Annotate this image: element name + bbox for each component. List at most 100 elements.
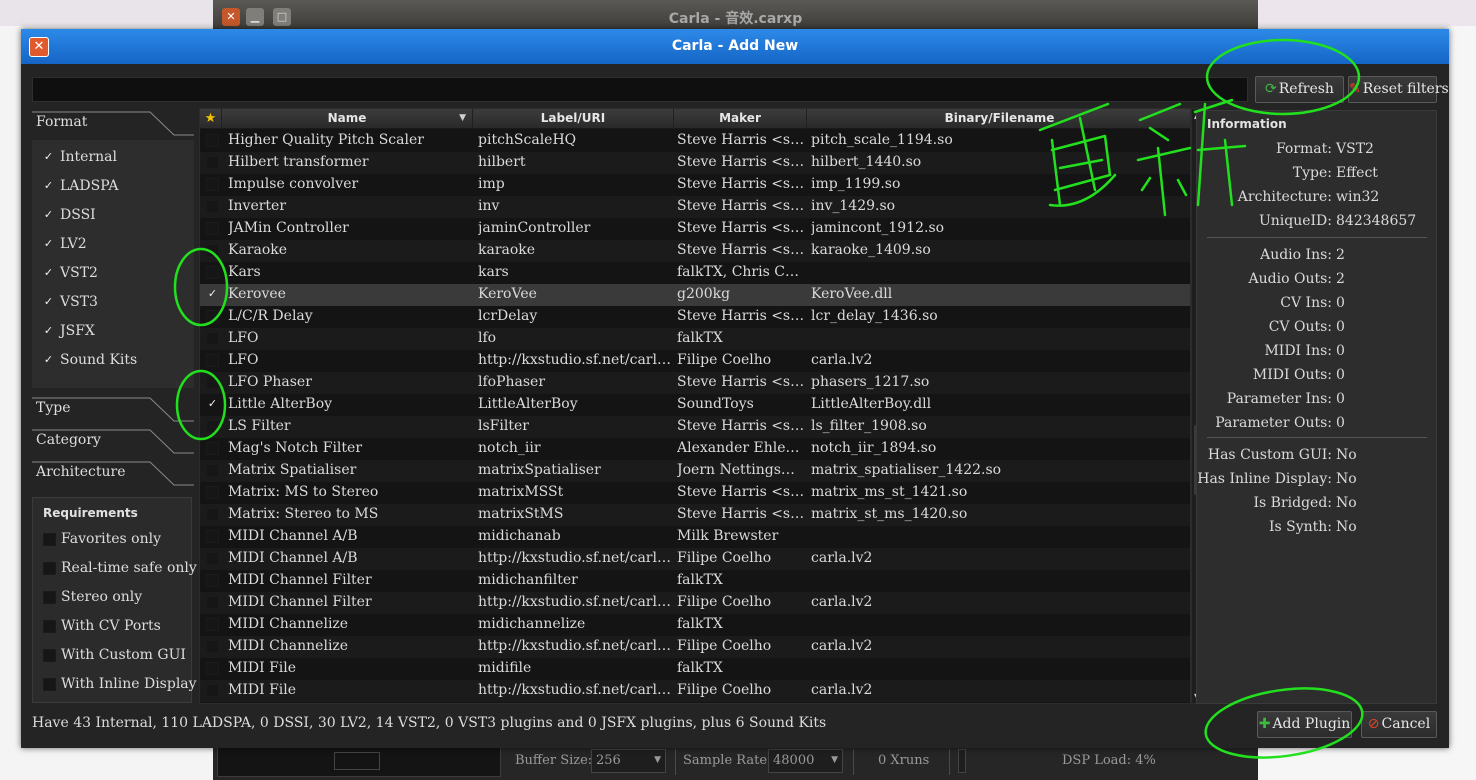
favorite-checkbox[interactable] [206,442,219,455]
category-filter-header[interactable]: Category [32,429,194,455]
plugin-label: lcrDelay [478,308,538,324]
favorite-checkbox[interactable] [206,134,219,147]
favorite-checkbox[interactable] [206,508,219,521]
checkbox[interactable]: ✓ [42,267,55,280]
favorite-checkbox[interactable] [206,596,219,609]
table-row[interactable]: LFO lfo falkTX [200,328,1190,350]
refresh-button[interactable]: ⟳ Refresh [1255,76,1344,103]
xruns-counter[interactable]: 0 Xruns [878,753,929,768]
plugin-name: Inverter [228,198,287,214]
format-filter-header[interactable]: Format [32,111,194,137]
table-row[interactable]: MIDI Channelize http://kxstudio.sf.net/ca… [200,636,1190,658]
column-header-binary[interactable]: Binary/Filename [807,109,1190,129]
plugin-binary: hilbert_1440.so [811,154,922,170]
reset-filters-button[interactable]: ✎ Reset filters [1348,76,1449,103]
plugin-table[interactable]: ★ Name ▼ Label/URI Maker Binary/Filename … [199,108,1191,704]
checkbox[interactable] [43,533,56,546]
add-plugin-button[interactable]: ✚ Add Plugin [1257,711,1352,738]
favorite-checkbox[interactable] [206,178,219,191]
sample-rate-select[interactable]: 48000 ▼ [768,749,843,773]
table-row[interactable]: Hilbert transformer hilbert Steve Harris <… [200,152,1190,174]
checkbox[interactable] [43,649,56,662]
table-row[interactable]: Matrix Spatialiser matrixSpatialiser Joern… [200,460,1190,482]
cancel-button[interactable]: ⊘ Cancel [1361,711,1437,738]
table-header: ★ Name ▼ Label/URI Maker Binary/Filename [200,109,1190,129]
table-row[interactable]: Mag's Notch Filter notch_iir Alexander Ehl… [200,438,1190,460]
table-row[interactable]: MIDI Channel A/B http://kxstudio.sf.net/c… [200,548,1190,570]
table-row[interactable]: Matrix: Stereo to MS matrixStMS Steve Harr… [200,504,1190,526]
checkbox[interactable]: ✓ [42,151,55,164]
favorite-checkbox[interactable] [206,200,219,213]
favorite-checkbox[interactable]: ✓ [206,288,219,301]
checkbox[interactable] [43,591,56,604]
favorite-checkbox[interactable] [206,156,219,169]
table-row[interactable]: L/C/R Delay lcrDelay Steve Harris <stev… lc… [200,306,1190,328]
plugin-binary: matrix_ms_st_1421.so [811,484,968,500]
checkbox-label: With CV Ports [61,618,161,634]
star-icon[interactable]: ★ [200,109,222,129]
plugin-label: notch_iir [478,440,541,456]
table-row[interactable]: Higher Quality Pitch Scaler pitchScaleHQ S… [200,130,1190,152]
column-header-label[interactable]: Label/URI [473,109,674,129]
checkbox[interactable]: ✓ [42,209,55,222]
favorite-checkbox[interactable] [206,662,219,675]
favorite-checkbox[interactable] [206,332,219,345]
favorite-checkbox[interactable] [206,486,219,499]
table-row[interactable]: MIDI File http://kxstudio.sf.net/carla/pl… [200,680,1190,702]
checkbox[interactable]: ✓ [42,238,55,251]
checkbox[interactable]: ✓ [42,296,55,309]
favorite-checkbox[interactable] [206,640,219,653]
main-window-titlebar: ✕ ▁ □ Carla - 音效.carxp [213,0,1258,32]
table-row[interactable]: Inverter inv Steve Harris <stev… inv_1429.s… [200,196,1190,218]
checkbox[interactable] [43,678,56,691]
table-row[interactable]: Kars kars falkTX, Chris Cann… [200,262,1190,284]
type-filter-header[interactable]: Type [32,397,194,423]
plugin-maker: Filipe Coelho [677,682,772,698]
favorite-checkbox[interactable] [206,310,219,323]
table-row[interactable]: Matrix: MS to Stereo matrixMSSt Steve Harr… [200,482,1190,504]
column-header-name[interactable]: Name ▼ [222,109,473,129]
table-row[interactable]: MIDI Channelize midichannelize falkTX [200,614,1190,636]
table-row[interactable]: MIDI Channel Filter midichanfilter falkTX [200,570,1190,592]
favorite-checkbox[interactable] [206,376,219,389]
table-row[interactable]: ✓ Kerovee KeroVee g200kg KeroVee.dll [200,284,1190,306]
divider [949,749,950,775]
table-row[interactable]: JAMin Controller jaminController Steve Har… [200,218,1190,240]
info-key: Audio Outs: [1248,271,1332,287]
table-row[interactable]: MIDI File midifile falkTX [200,658,1190,680]
favorite-checkbox[interactable]: ✓ [206,398,219,411]
architecture-filter-header[interactable]: Architecture [32,461,194,487]
sample-rate-label: Sample Rate: [683,753,772,768]
main-window-title: Carla - 音效.carxp [668,11,803,27]
checkbox[interactable] [43,620,56,633]
table-row[interactable]: Karaoke karaoke Steve Harris <stev… karaoke… [200,240,1190,262]
search-input[interactable] [32,77,1248,102]
favorite-checkbox[interactable] [206,420,219,433]
favorite-checkbox[interactable] [206,354,219,367]
checkbox[interactable]: ✓ [42,354,55,367]
favorite-checkbox[interactable] [206,684,219,697]
table-row[interactable]: LFO http://kxstudio.sf.net/carla/plu…Fili… [200,350,1190,372]
table-row[interactable]: MIDI Channel Filter http://kxstudio.sf.ne… [200,592,1190,614]
favorite-checkbox[interactable] [206,222,219,235]
checkbox-label: With Inline Display [61,676,197,692]
table-row[interactable]: Impulse convolver imp Steve Harris <stev… i… [200,174,1190,196]
favorite-checkbox[interactable] [206,244,219,257]
favorite-checkbox[interactable] [206,552,219,565]
table-row[interactable]: LFO Phaser lfoPhaser Steve Harris <stev… ph… [200,372,1190,394]
plugin-label: http://kxstudio.sf.net/carla/plu… [478,638,674,654]
favorite-checkbox[interactable] [206,266,219,279]
checkbox[interactable]: ✓ [42,325,55,338]
favorite-checkbox[interactable] [206,618,219,631]
table-row[interactable]: LS Filter lsFilter Steve Harris <stev… ls_f… [200,416,1190,438]
checkbox[interactable]: ✓ [42,180,55,193]
table-row[interactable]: ✓ Little AlterBoy LittleAlterBoy SoundToys L… [200,394,1190,416]
buffer-size-select[interactable]: 256 ▼ [591,749,666,773]
column-header-maker[interactable]: Maker [674,109,807,129]
favorite-checkbox[interactable] [206,530,219,543]
favorite-checkbox[interactable] [206,464,219,477]
favorite-checkbox[interactable] [206,574,219,587]
checkbox[interactable] [43,562,56,575]
type-filter-label: Type [36,400,71,416]
table-row[interactable]: MIDI Channel A/B midichanab Milk Brewster [200,526,1190,548]
